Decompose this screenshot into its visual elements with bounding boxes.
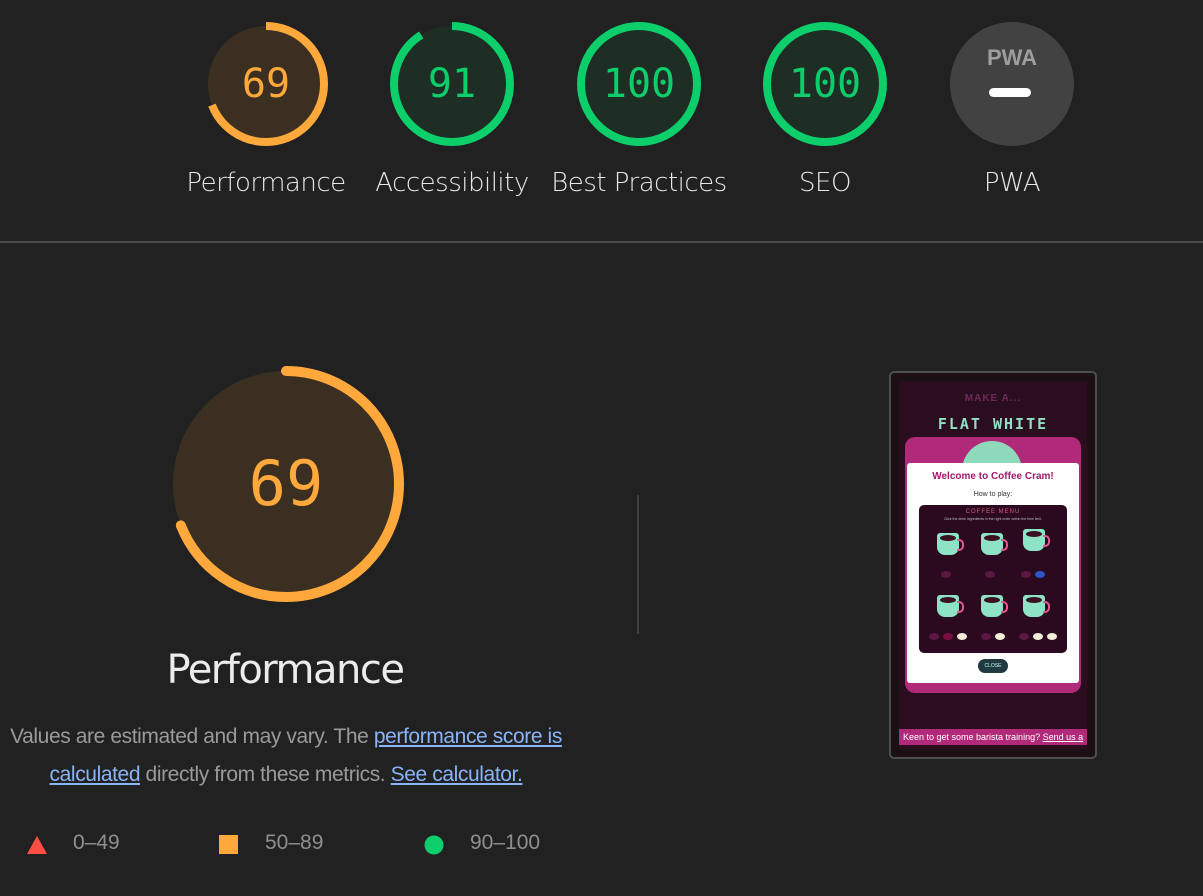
final-screenshot[interactable]: · · · MAKE A... FLAT WHITE Welcome to Co… xyxy=(889,371,1097,759)
best-practices-label: Best Practices xyxy=(551,168,727,198)
category-gauges: 69 Performance 91 Accessibility 100 Best… xyxy=(0,0,1203,242)
see-calculator-link[interactable]: See calculator. xyxy=(391,763,523,786)
pwa-badge-text: PWA xyxy=(987,45,1037,70)
ingredient-icon xyxy=(929,633,939,640)
triangle-icon xyxy=(27,836,47,854)
score-legend: 0–49 50–89 90–100 xyxy=(0,828,600,862)
gauge-pwa[interactable]: PWA PWA xyxy=(922,20,1102,198)
section-divider xyxy=(0,241,1203,243)
ingredient-icon xyxy=(957,633,967,640)
cup-icon xyxy=(937,595,964,617)
pwa-label: PWA xyxy=(983,168,1041,198)
performance-section-title: Performance xyxy=(166,647,405,693)
screenshot-footer-link: Send us a xyxy=(1042,732,1084,742)
screenshot-close-button: CLOSE xyxy=(978,659,1008,673)
vertical-divider xyxy=(637,495,639,634)
screenshot-menu-title: COFFEE MENU xyxy=(965,509,1021,515)
seo-label: SEO xyxy=(799,168,851,198)
performance-score: 69 xyxy=(241,61,291,107)
cup-icon xyxy=(981,595,1008,617)
screenshot-footer: Keen to get some barista training? Send … xyxy=(899,729,1087,745)
screenshot-modal-title: Welcome to Coffee Cram! xyxy=(932,471,1054,482)
cup-icon xyxy=(981,533,1008,555)
cup-icon xyxy=(937,533,964,555)
gauge-seo[interactable]: 100 SEO xyxy=(735,20,915,198)
circle-icon xyxy=(424,835,444,855)
legend-average-range: 50–89 xyxy=(265,831,324,854)
gauge-performance[interactable]: 69 Performance xyxy=(176,20,356,198)
performance-label: Performance xyxy=(186,168,346,198)
cup-icon xyxy=(1023,595,1050,617)
accessibility-label: Accessibility xyxy=(375,168,529,198)
ingredient-icon xyxy=(943,633,953,640)
ingredient-icon xyxy=(1019,633,1029,640)
ingredient-icon xyxy=(1047,633,1057,640)
square-icon xyxy=(219,835,238,854)
ingredient-icon xyxy=(1035,571,1045,578)
gauge-accessibility[interactable]: 91 Accessibility xyxy=(362,20,542,198)
description-text-middle: directly from these metrics. xyxy=(140,763,391,786)
description-text-prefix: Values are estimated and may vary. The xyxy=(10,725,374,748)
ingredient-icon xyxy=(941,571,951,578)
gauge-best-practices[interactable]: 100 Best Practices xyxy=(549,20,729,198)
pwa-badge-icon: PWA xyxy=(950,22,1074,146)
ingredient-icon xyxy=(981,633,991,640)
screenshot-menu-subtitle: Click the drink ingredients in the right… xyxy=(943,517,1043,521)
best-practices-score: 100 xyxy=(602,61,676,107)
ingredient-icon xyxy=(995,633,1005,640)
screenshot-coffee-menu: COFFEE MENU Click the drink ingredients … xyxy=(919,505,1067,653)
screenshot-modal-subtitle: How to play: xyxy=(973,491,1013,498)
ingredient-icon xyxy=(1033,633,1043,640)
performance-big-score: 69 xyxy=(248,447,324,520)
accessibility-score: 91 xyxy=(427,61,477,107)
ingredient-icon xyxy=(1021,571,1031,578)
screenshot-drink-title: FLAT WHITE xyxy=(937,415,1049,433)
screenshot-heading: MAKE A... xyxy=(964,393,1022,404)
pwa-dash-icon xyxy=(989,88,1031,97)
page-screenshot: · · · MAKE A... FLAT WHITE Welcome to Co… xyxy=(899,381,1087,749)
performance-description: Values are estimated and may vary. The p… xyxy=(0,718,572,794)
legend-pass-range: 90–100 xyxy=(470,831,541,854)
legend-fail-range: 0–49 xyxy=(73,831,120,854)
ingredient-icon xyxy=(985,571,995,578)
cup-icon xyxy=(1023,529,1050,551)
screenshot-corner-mark: · · · xyxy=(1074,385,1081,390)
seo-score: 100 xyxy=(788,61,862,107)
screenshot-footer-text: Keen to get some barista training? xyxy=(903,732,1043,742)
screenshot-modal: Welcome to Coffee Cram! How to play: COF… xyxy=(907,463,1079,683)
